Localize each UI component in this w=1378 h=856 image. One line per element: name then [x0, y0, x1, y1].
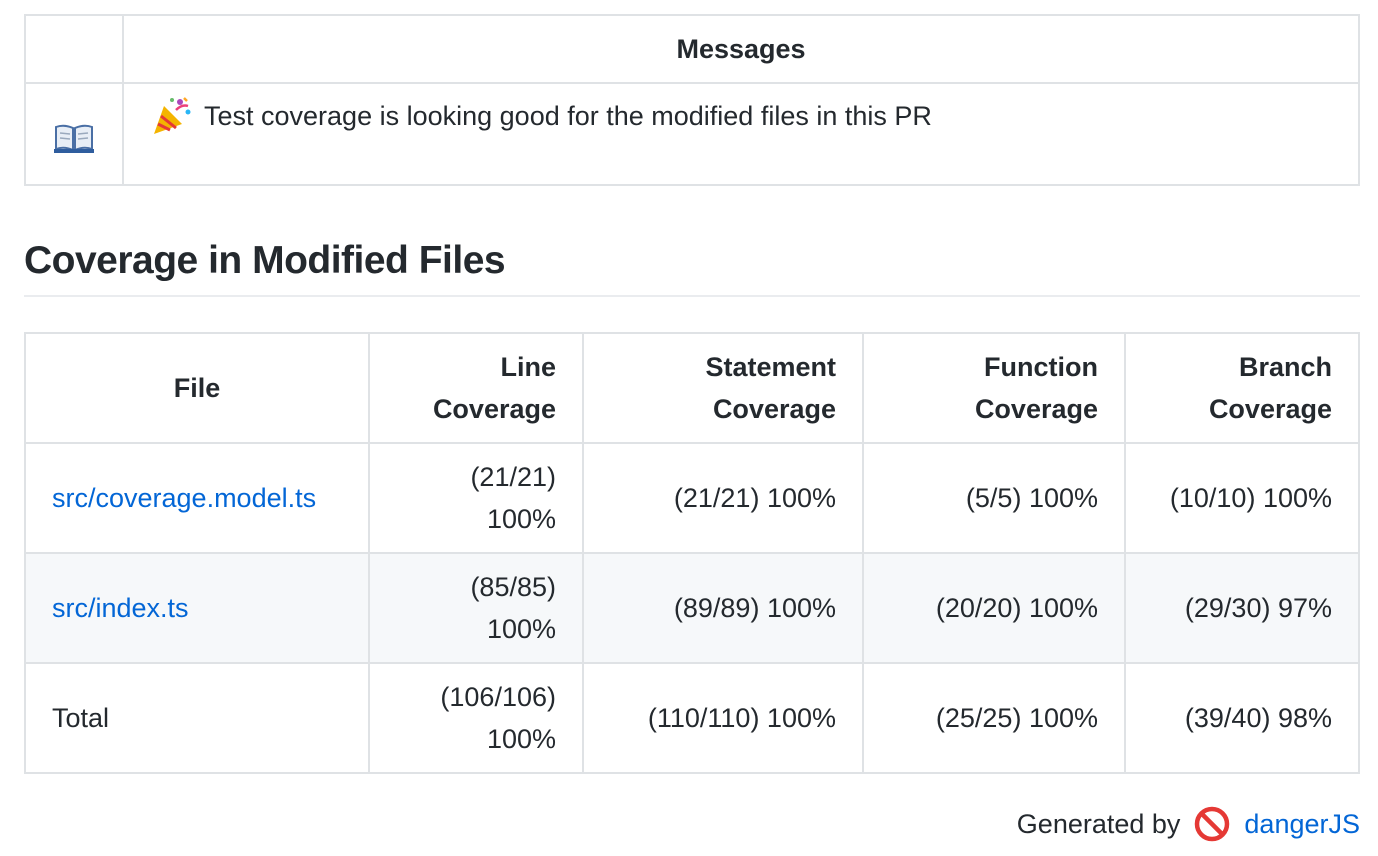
table-row: src/coverage.model.ts (21/21) 100% (21/21… [24, 442, 1360, 554]
file-link[interactable]: src/coverage.model.ts [52, 483, 316, 513]
file-cell: src/index.ts [24, 552, 370, 664]
dangerjs-link[interactable]: dangerJS [1244, 809, 1360, 840]
branch-coverage-header: Branch Coverage [1124, 332, 1360, 444]
table-row: src/index.ts (85/85) 100% (89/89) 100% (2… [24, 552, 1360, 664]
line-coverage-cell: (85/85) 100% [368, 552, 584, 664]
coverage-header-row: File Line Coverage Statement Coverage Func… [24, 332, 1360, 444]
file-link[interactable]: src/index.ts [52, 593, 189, 623]
party-popper-icon [150, 94, 194, 138]
coverage-title: Coverage in Modified Files [24, 239, 1360, 297]
messages-icon-header [24, 14, 124, 84]
statement-coverage-cell: (110/110) 100% [582, 662, 864, 774]
statement-coverage-cell: (21/21) 100% [582, 442, 864, 554]
line-coverage-header: Line Coverage [368, 332, 584, 444]
file-cell: src/coverage.model.ts [24, 442, 370, 554]
message-icon-cell [24, 82, 124, 186]
total-row: Total (106/106) 100% (110/110) 100% (25/2… [24, 662, 1360, 774]
function-coverage-cell: (25/25) 100% [862, 662, 1126, 774]
message-row: Test coverage is looking good for the mo… [24, 82, 1360, 186]
total-label: Total [24, 662, 370, 774]
message-text: Test coverage is looking good for the mo… [204, 100, 932, 131]
statement-coverage-header: Statement Coverage [582, 332, 864, 444]
function-coverage-cell: (5/5) 100% [862, 442, 1126, 554]
message-cell: Test coverage is looking good for the mo… [122, 82, 1360, 186]
generated-by-footer: Generated by dangerJS [1017, 806, 1360, 842]
no-entry-icon [1194, 806, 1230, 842]
function-coverage-cell: (20/20) 100% [862, 552, 1126, 664]
function-coverage-header: Function Coverage [862, 332, 1126, 444]
book-icon [54, 123, 94, 153]
coverage-table: File Line Coverage Statement Coverage Func… [24, 332, 1360, 774]
line-coverage-cell: (21/21) 100% [368, 442, 584, 554]
comment-body: Messages Test coverage is looking good f… [24, 14, 1360, 842]
messages-table: Messages Test coverage is looking good f… [24, 14, 1360, 186]
branch-coverage-cell: (29/30) 97% [1124, 552, 1360, 664]
branch-coverage-cell: (10/10) 100% [1124, 442, 1360, 554]
messages-header: Messages [122, 14, 1360, 84]
branch-coverage-cell: (39/40) 98% [1124, 662, 1360, 774]
line-coverage-cell: (106/106) 100% [368, 662, 584, 774]
statement-coverage-cell: (89/89) 100% [582, 552, 864, 664]
file-column-header: File [24, 332, 370, 444]
generated-by-label: Generated by [1016, 808, 1181, 839]
